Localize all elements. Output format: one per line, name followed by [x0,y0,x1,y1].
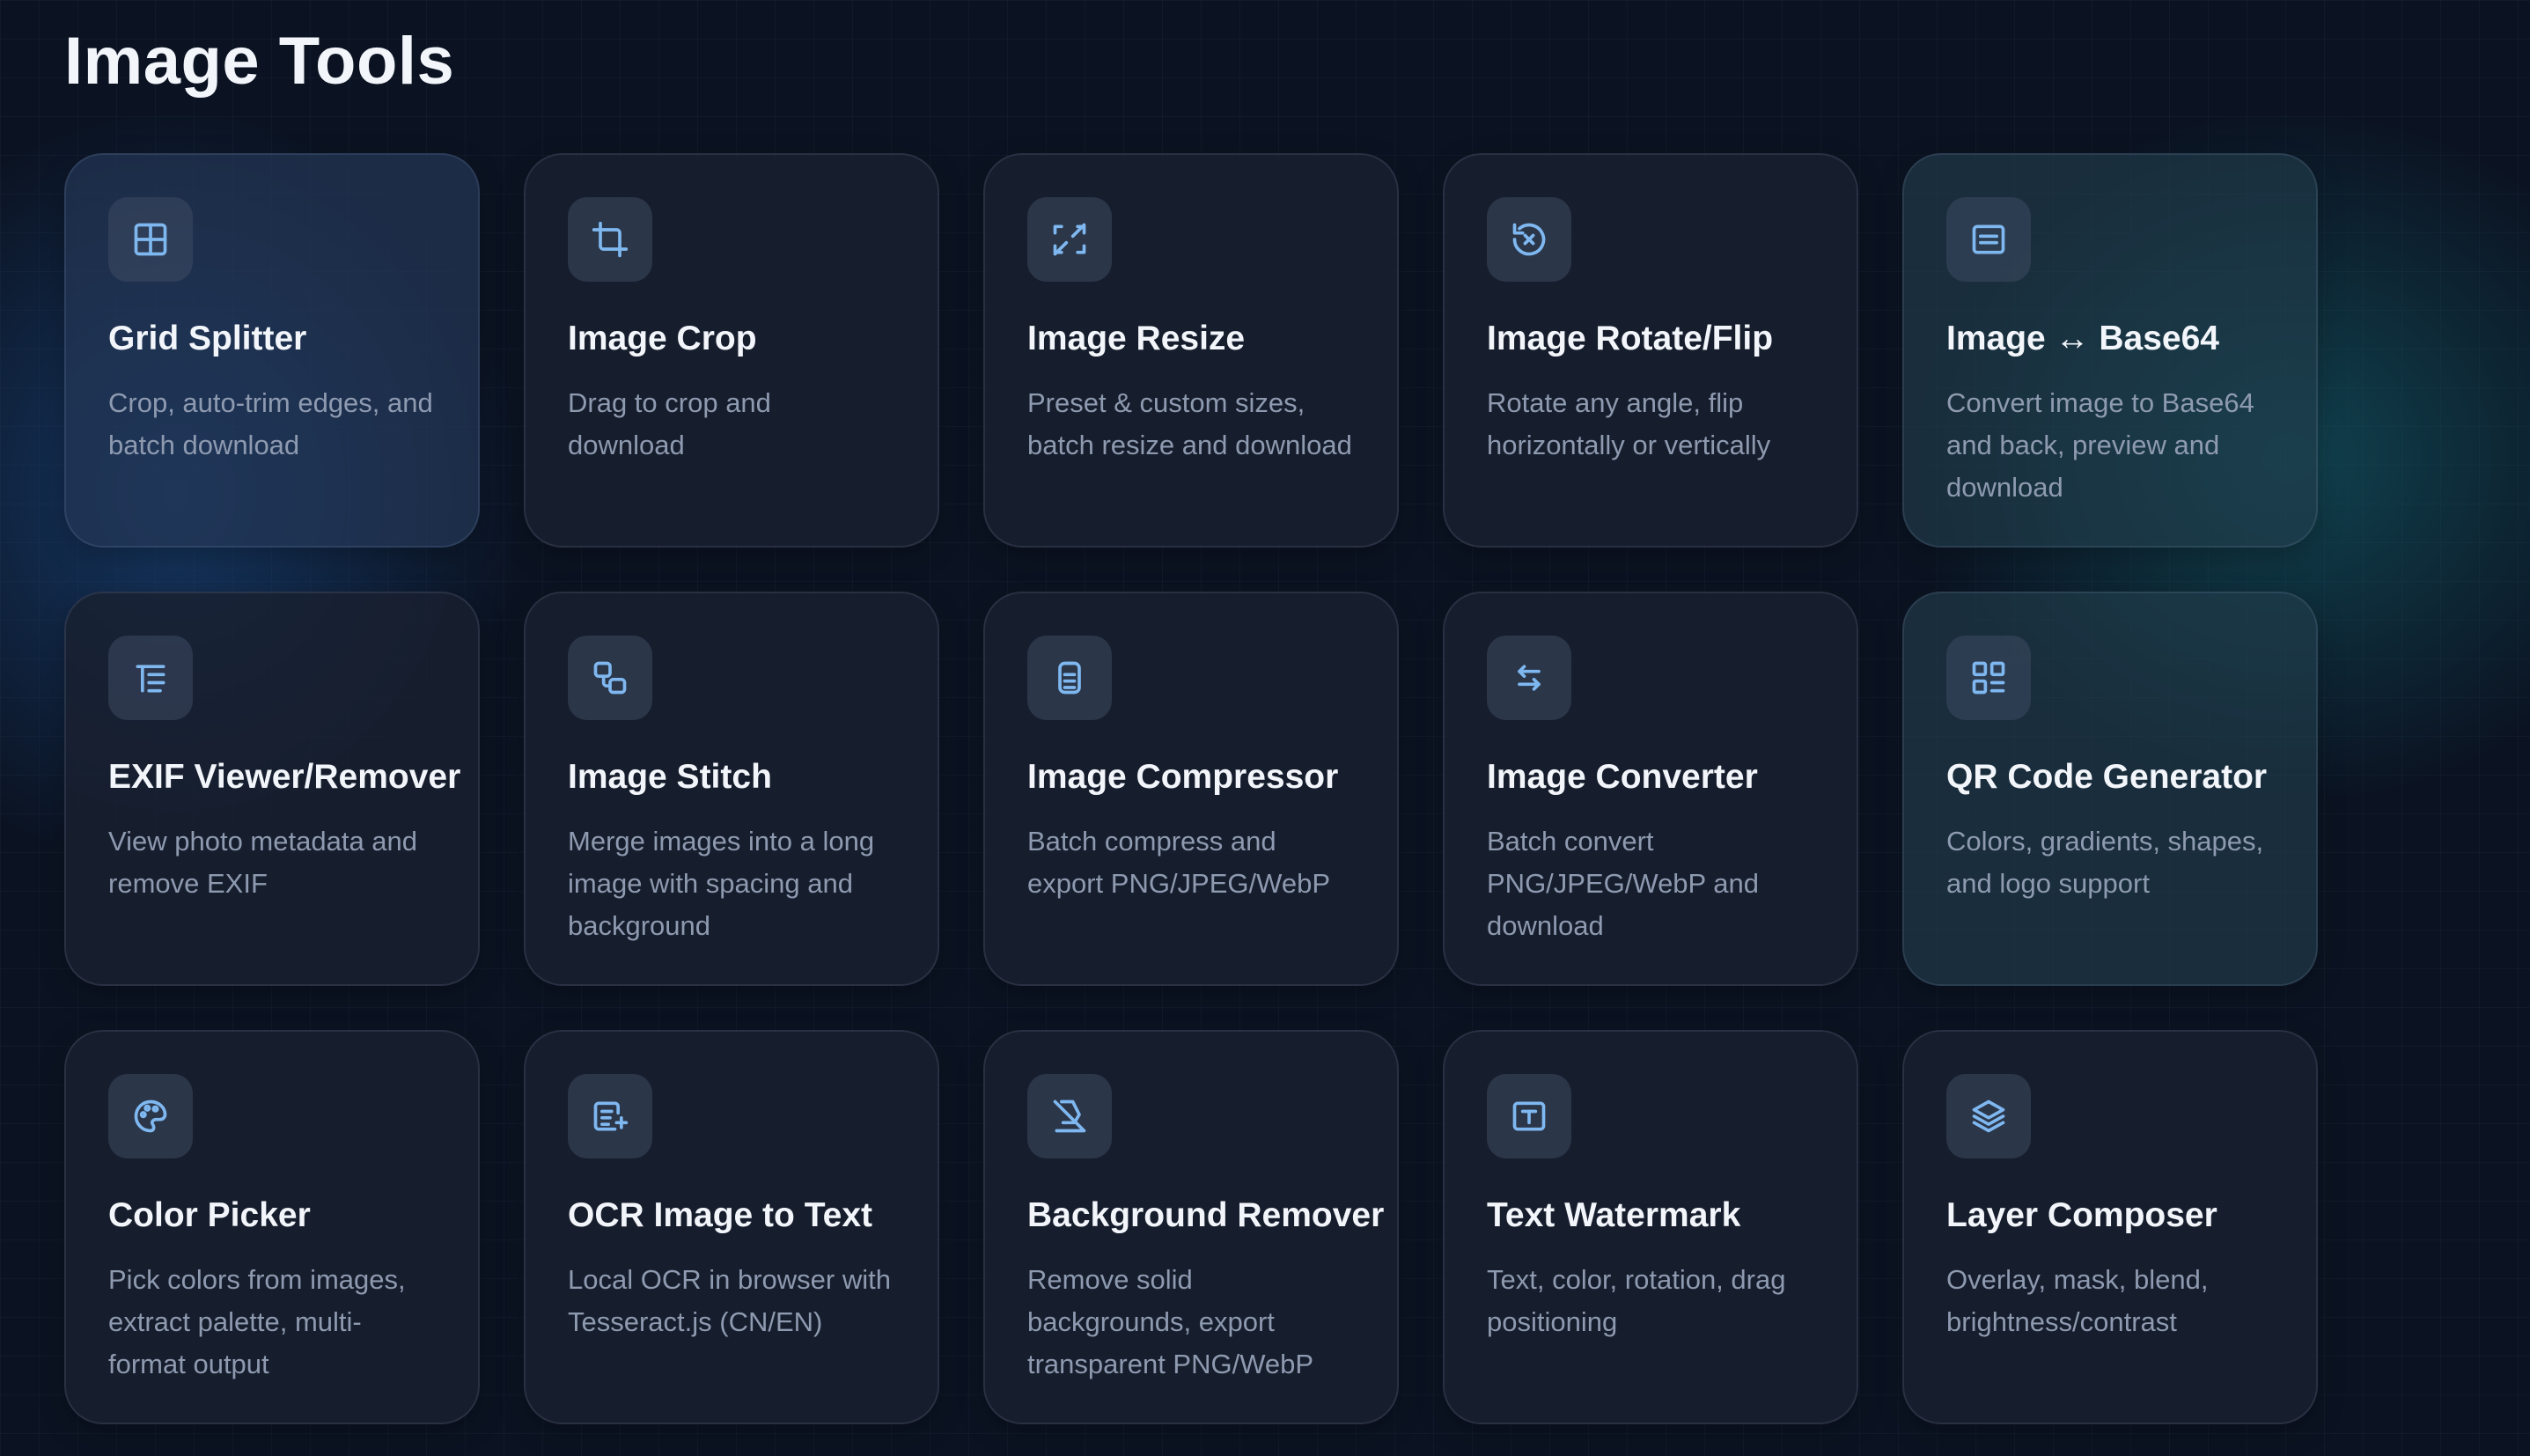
tool-card-exif-viewer-remover[interactable]: EXIF Viewer/Remover View photo metadata … [64,592,480,986]
compress-icon [1027,636,1112,720]
tool-description: View photo metadata and remove EXIF [108,826,418,899]
text-icon [1487,1074,1571,1158]
tool-description: Merge images into a long image with spac… [568,826,875,941]
tool-title: Image Rotate/Flip [1487,320,1774,357]
list-icon [108,636,193,720]
eraser-icon [1027,1074,1112,1158]
tool-title: EXIF Viewer/Remover [108,758,461,796]
tools-grid: Grid Splitter Crop, auto-trim edges, and… [64,153,2318,1424]
tool-description: Rotate any angle, flip horizontally or v… [1487,387,1771,460]
resize-icon [1027,197,1112,282]
tool-description: Crop, auto-trim edges, and batch downloa… [108,387,433,460]
tool-title: Image Stitch [568,758,772,796]
tool-card-color-picker[interactable]: Color Picker Pick colors from images, ex… [64,1030,480,1424]
tool-card-background-remover[interactable]: Background Remover Remove solid backgrou… [983,1030,1399,1424]
tool-card-layer-composer[interactable]: Layer Composer Overlay, mask, blend, bri… [1902,1030,2318,1424]
tool-card-image-resize[interactable]: Image Resize Preset & custom sizes, batc… [983,153,1399,548]
tool-title: Image Compressor [1027,758,1339,796]
tool-card-grid-splitter[interactable]: Grid Splitter Crop, auto-trim edges, and… [64,153,480,548]
tool-description: Colors, gradients, shapes, and logo supp… [1946,826,2264,899]
tool-card-image-stitch[interactable]: Image Stitch Merge images into a long im… [524,592,939,986]
tool-description: Batch convert PNG/JPEG/WebP and download [1487,826,1760,941]
crop-icon [568,197,652,282]
tool-description: Overlay, mask, blend, brightness/contras… [1946,1264,2209,1337]
tool-card-ocr-image-to-text[interactable]: OCR Image to Text Local OCR in browser w… [524,1030,939,1424]
tool-description: Remove solid backgrounds, export transpa… [1027,1264,1314,1379]
base64-icon [1946,197,2031,282]
palette-icon [108,1074,193,1158]
rotate-icon [1487,197,1571,282]
tool-title: QR Code Generator [1946,758,2268,796]
tool-title: Image ↔ Base64 [1946,320,2220,357]
layers-icon [1946,1074,2031,1158]
tool-description: Pick colors from images, extract palette… [108,1264,406,1379]
tool-title: Color Picker [108,1196,311,1234]
tool-card-qr-code-generator[interactable]: QR Code Generator Colors, gradients, sha… [1902,592,2318,986]
tool-description: Preset & custom sizes, batch resize and … [1027,387,1352,460]
tool-title: Layer Composer [1946,1196,2217,1234]
tool-title: Grid Splitter [108,320,307,357]
tool-description: Batch compress and export PNG/JPEG/WebP [1027,826,1330,899]
tool-card-image-rotate-flip[interactable]: Image Rotate/Flip Rotate any angle, flip… [1443,153,1858,548]
tool-title: Image Crop [568,320,757,357]
stitch-icon [568,636,652,720]
tool-card-image-crop[interactable]: Image Crop Drag to crop and download [524,153,939,548]
tool-description: Text, color, rotation, drag positioning [1487,1264,1786,1337]
page-title: Image Tools [64,24,455,99]
tool-title: Background Remover [1027,1196,1385,1234]
tool-description: Convert image to Base64 and back, previe… [1946,387,2254,503]
tool-card-image-converter[interactable]: Image Converter Batch convert PNG/JPEG/W… [1443,592,1858,986]
tool-card-image-base64[interactable]: Image ↔ Base64 Convert image to Base64 a… [1902,153,2318,548]
tool-title: Image Converter [1487,758,1758,796]
grid-icon [108,197,193,282]
convert-icon [1487,636,1571,720]
tool-description: Local OCR in browser with Tesseract.js (… [568,1264,891,1337]
tool-card-text-watermark[interactable]: Text Watermark Text, color, rotation, dr… [1443,1030,1858,1424]
tool-description: Drag to crop and download [568,387,771,460]
tool-title: Text Watermark [1487,1196,1741,1234]
tool-title: OCR Image to Text [568,1196,872,1234]
tool-title: Image Resize [1027,320,1246,357]
qr-icon [1946,636,2031,720]
ocr-icon [568,1074,652,1158]
tool-card-image-compressor[interactable]: Image Compressor Batch compress and expo… [983,592,1399,986]
